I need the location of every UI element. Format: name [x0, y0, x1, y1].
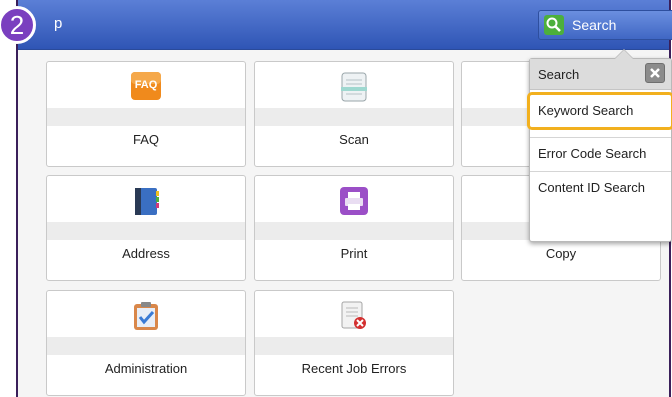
tile-label: Recent Job Errors	[301, 361, 407, 376]
tile-label: Scan	[339, 132, 369, 147]
tile-label: FAQ	[132, 132, 159, 147]
title-fragment: p	[54, 15, 63, 32]
tile-label: Address	[122, 246, 170, 261]
tile-recent-job-errors[interactable]: Recent Job Errors	[254, 290, 454, 396]
title-bar: p Search	[18, 0, 672, 50]
clipboard-check-icon	[131, 301, 161, 331]
tile-label: Print	[340, 246, 368, 261]
menu-item-keyword-search[interactable]: Keyword Search	[527, 92, 672, 130]
menu-item-content-id-search[interactable]: Content ID Search	[530, 171, 671, 203]
faq-icon: FAQ	[131, 72, 161, 102]
tile-print[interactable]: Print	[254, 175, 454, 281]
tile-label: Administration	[104, 361, 188, 376]
printer-icon	[339, 186, 369, 216]
tile-administration[interactable]: Administration	[46, 290, 246, 396]
address-book-icon	[131, 186, 161, 216]
scan-icon	[339, 72, 369, 102]
popup-title: Search	[538, 67, 580, 82]
menu-item-error-code-search[interactable]: Error Code Search	[530, 137, 671, 169]
highlight-frame	[527, 92, 672, 130]
tile-label: Copy	[545, 246, 577, 261]
search-button[interactable]: Search	[538, 10, 672, 40]
step-badge: 2	[0, 6, 42, 44]
tile-address[interactable]: Address	[46, 175, 246, 281]
document-error-icon	[339, 301, 369, 331]
search-popup: Search Keyword Search Error Code Search …	[527, 49, 672, 242]
search-icon	[544, 15, 564, 35]
close-icon[interactable]	[645, 63, 665, 83]
popup-header: Search	[530, 59, 671, 90]
search-button-label: Search	[572, 17, 617, 33]
tile-faq[interactable]: FAQ FAQ	[46, 61, 246, 167]
faq-icon-text: FAQ	[134, 79, 158, 91]
tile-scan[interactable]: Scan	[254, 61, 454, 167]
